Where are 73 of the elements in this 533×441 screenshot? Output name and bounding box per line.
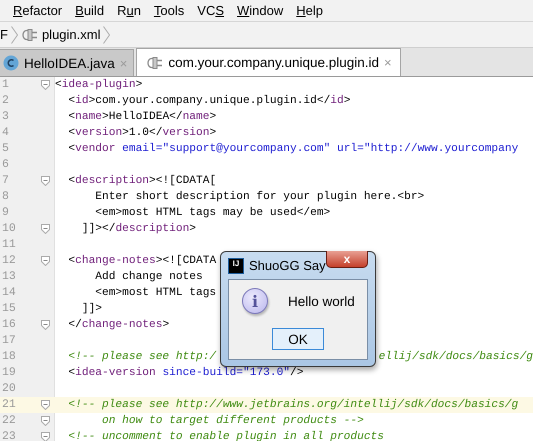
line-number: 12 [1, 253, 17, 269]
line-number: 2 [1, 93, 10, 109]
menu-item[interactable]: Run [117, 3, 141, 18]
code-line: </change-notes> [67, 319, 170, 331]
fold-icon[interactable] [41, 416, 50, 426]
fold-icon[interactable] [41, 256, 50, 266]
breadcrumb[interactable]: F [0, 27, 8, 42]
line-number: 23 [1, 429, 17, 441]
menu-item[interactable]: Window [237, 3, 284, 18]
line-number: 1 [1, 77, 10, 93]
line-number: 14 [1, 285, 17, 301]
code-line: <idea-version since-build="173.0"/> [67, 367, 304, 379]
menu-item[interactable]: Refactor [13, 3, 62, 18]
code-line: Add change notes [94, 271, 203, 283]
menu-item[interactable]: Help [296, 3, 324, 18]
code-line: ]]></description> [80, 223, 196, 235]
code-line: <description><![CDATA[ [67, 175, 216, 187]
editor-tab[interactable]: com.your.company.unique.plugin.id × [136, 48, 401, 76]
line-number: 15 [1, 301, 17, 317]
line-number: 22 [1, 413, 17, 429]
line-number: 5 [1, 141, 10, 157]
code-line: ellij/sdk/docs/basics/g [378, 351, 533, 363]
menu-item[interactable]: VCS [197, 3, 224, 18]
fold-icon[interactable] [41, 320, 50, 330]
code-line: <em>most HTML tags [94, 287, 216, 299]
code-line: <!-- uncomment to enable plugin in all products [67, 431, 384, 441]
close-button[interactable]: x [326, 251, 368, 268]
class-icon [3, 55, 19, 71]
chevron-icon [103, 26, 110, 44]
line-number: 3 [1, 109, 10, 125]
fold-icon[interactable] [41, 400, 50, 410]
editor-tab[interactable]: HelloIDEA.java × [0, 49, 134, 76]
menu-item[interactable]: Build [75, 3, 104, 18]
plugin-file-icon [22, 28, 38, 42]
app-icon: IJ [228, 258, 244, 274]
fold-icon[interactable] [41, 432, 50, 441]
fold-icon[interactable] [41, 224, 50, 234]
line-number: 20 [1, 381, 17, 397]
code-line: <version>1.0</version> [67, 127, 216, 139]
line-number: 8 [1, 189, 10, 205]
code-line: <!-- please see http://www.jetbrains.org/intellij/sdk/docs/basics/g [67, 399, 518, 411]
code-line: <id>com.your.company.unique.plugin.id</id> [67, 95, 350, 107]
line-number: 13 [1, 269, 17, 285]
fold-icon[interactable] [41, 80, 50, 90]
breadcrumb[interactable]: plugin.xml [42, 27, 100, 42]
dialog-title: ShuoGG Say [249, 258, 326, 273]
plugin-file-icon [147, 56, 164, 70]
code-line: Enter short description for your plugin here.<br> [94, 191, 424, 203]
line-number: 10 [1, 221, 17, 237]
code-line: <name>HelloIDEA</name> [67, 111, 216, 123]
line-number: 9 [1, 205, 10, 221]
line-number: 21 [1, 397, 17, 413]
fold-icon[interactable] [41, 176, 50, 186]
code-line: <change-notes><![CDATA [67, 255, 216, 267]
code-line: ]]> [80, 303, 102, 315]
line-number: 7 [1, 173, 10, 189]
menu-item[interactable]: Tools [154, 3, 184, 18]
dialog-message: Hello world [288, 294, 355, 308]
line-number: 19 [1, 365, 17, 381]
info-icon: i [242, 288, 268, 314]
line-number: 4 [1, 125, 10, 141]
code-line: <em>most HTML tags may be used</em> [94, 207, 330, 219]
line-number: 18 [1, 349, 17, 365]
line-number: 11 [1, 237, 17, 253]
code-line: on how to target different products --> [100, 415, 364, 427]
line-number: 16 [1, 317, 17, 333]
ok-button[interactable]: OK [272, 328, 324, 350]
line-number: 6 [1, 157, 10, 173]
code-line: <vendor email="support@yourcompany.com" url="http://www.yourcompany [67, 143, 518, 155]
line-number: 17 [1, 333, 17, 349]
code-line: <idea-plugin> [55, 79, 142, 91]
chevron-icon [10, 26, 18, 44]
code-line: <!-- please see http:/ [67, 351, 216, 363]
